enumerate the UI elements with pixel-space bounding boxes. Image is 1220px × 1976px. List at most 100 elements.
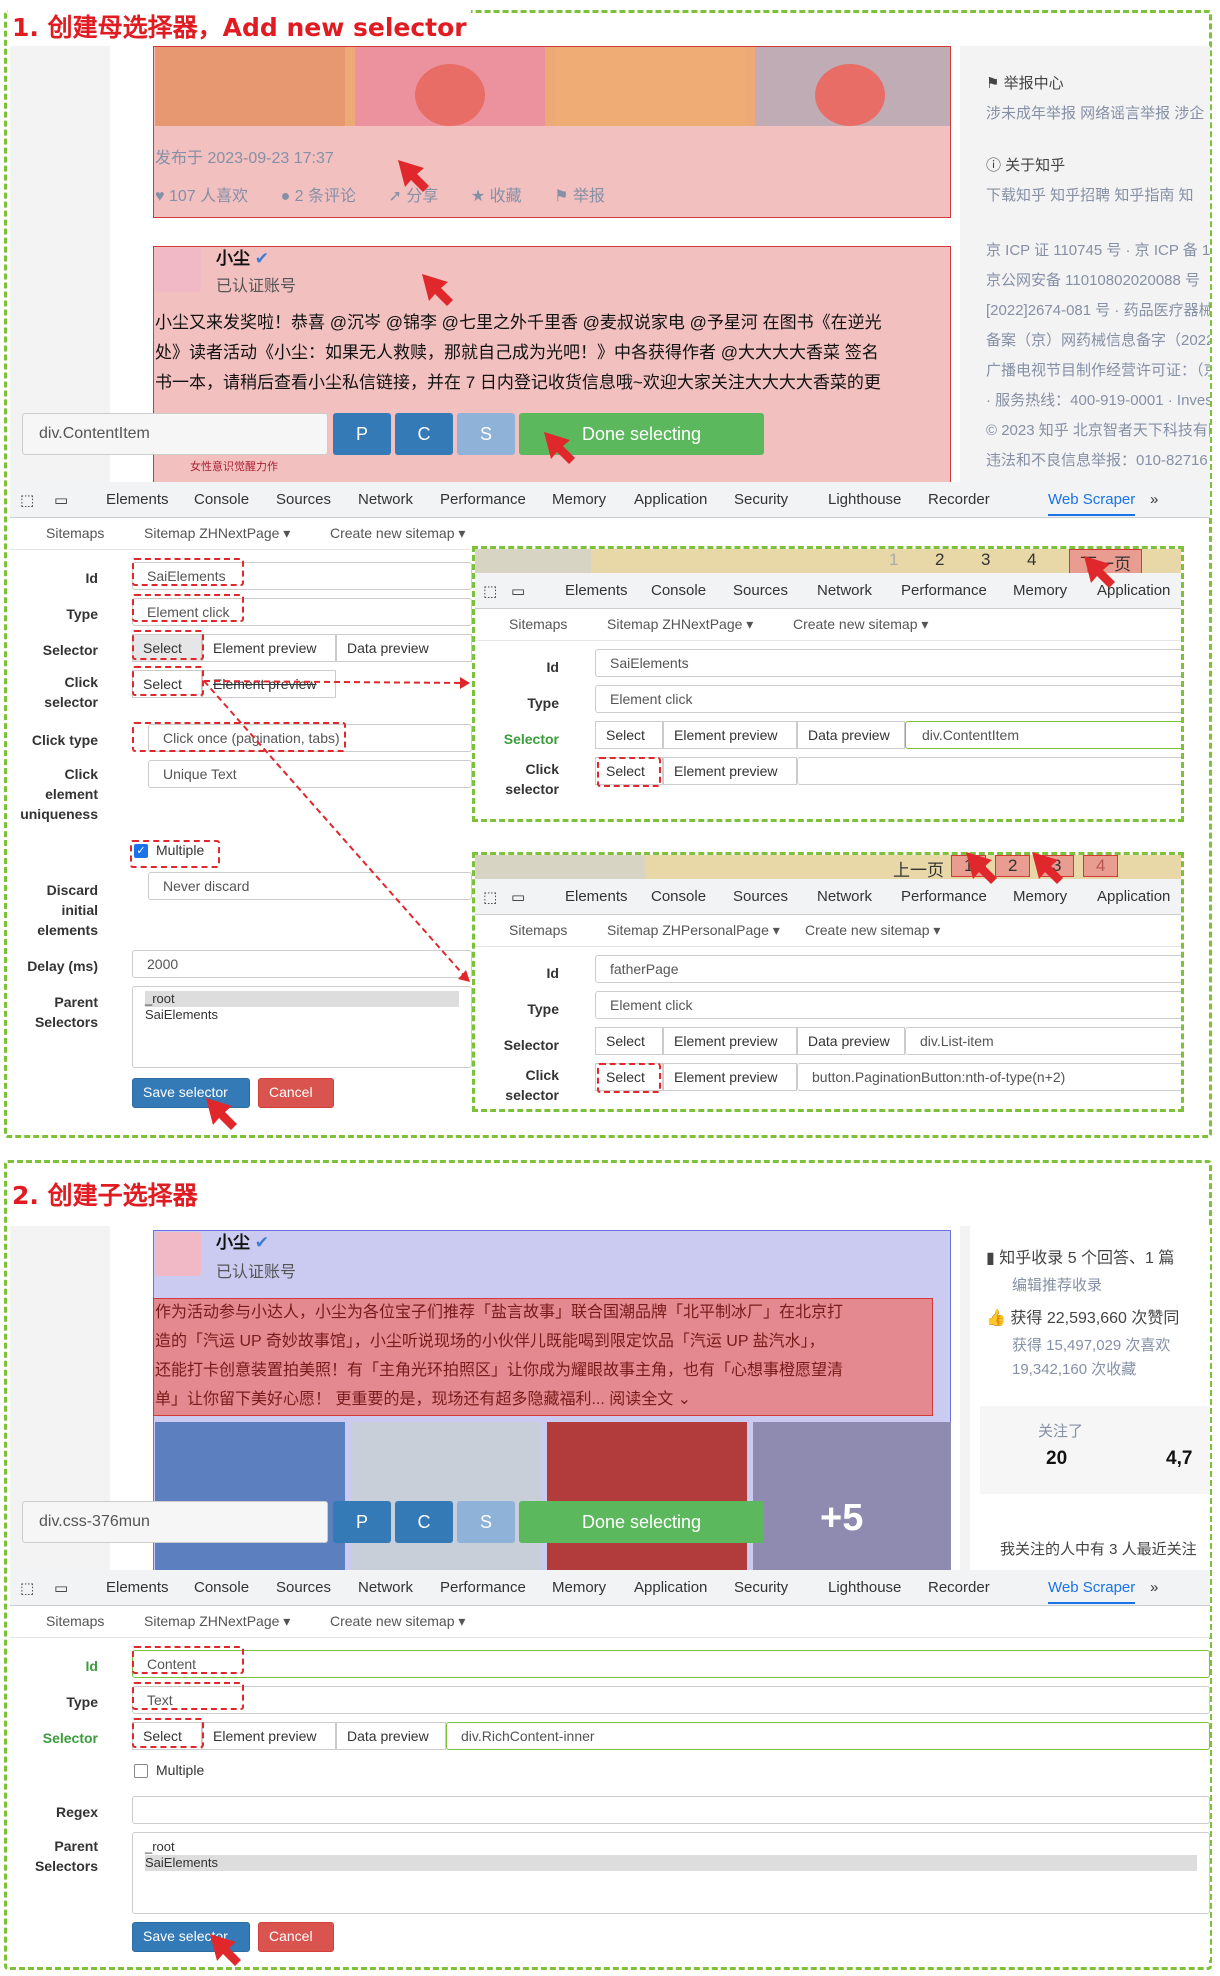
device-icon[interactable]: ▭ [54, 1579, 68, 1597]
picker-select-button[interactable]: S [457, 1501, 515, 1543]
likes-count[interactable]: 107 人喜欢 [169, 188, 248, 205]
star-icon[interactable]: ★ [471, 188, 490, 205]
click-element-preview-button[interactable]: Element preview [663, 757, 797, 785]
picker-child-button[interactable]: C [395, 413, 453, 455]
done-selecting-button[interactable]: Done selecting [519, 1501, 764, 1543]
page-3[interactable]: 3 [1039, 855, 1075, 877]
tab-sources[interactable]: Sources [733, 888, 788, 905]
tab-recorder[interactable]: Recorder [928, 491, 990, 508]
tab-network[interactable]: Network [817, 888, 872, 905]
selector-select-button[interactable]: Select [595, 721, 663, 749]
report-links[interactable]: 涉未成年举报 网络谣言举报 涉企 [986, 102, 1204, 123]
inspect-icon[interactable]: ⬚ [483, 888, 497, 906]
selector-data-preview-button[interactable]: Data preview [797, 721, 905, 749]
collected-sub[interactable]: 编辑推荐收录 [1012, 1274, 1102, 1295]
tab-performance[interactable]: Performance [901, 582, 987, 599]
tab-application[interactable]: Application [634, 491, 707, 508]
picker-parent-button[interactable]: P [333, 1501, 391, 1543]
click-selector-input[interactable] [797, 757, 1181, 785]
selector-data-preview-button[interactable]: Data preview [336, 634, 472, 662]
tab-recorder[interactable]: Recorder [928, 1579, 990, 1596]
id-input[interactable]: Content [132, 1650, 1210, 1678]
cancel-button[interactable]: Cancel [258, 1078, 334, 1108]
tab-performance[interactable]: Performance [440, 1579, 526, 1596]
click-element-preview-button[interactable]: Element preview [202, 670, 336, 698]
sitemap-menu[interactable]: Sitemap ZHNextPage ▾ [607, 616, 753, 633]
click-element-preview-button[interactable]: Element preview [663, 1063, 797, 1091]
tab-application[interactable]: Application [634, 1579, 707, 1596]
picker-parent-button[interactable]: P [333, 413, 391, 455]
sitemap-menu[interactable]: Sitemap ZHNextPage ▾ [144, 1613, 290, 1630]
tab-memory[interactable]: Memory [552, 1579, 606, 1596]
done-selecting-button[interactable]: Done selecting [519, 413, 764, 455]
tab-console[interactable]: Console [651, 582, 706, 599]
inspect-icon[interactable]: ⬚ [20, 1579, 34, 1597]
selector-input[interactable]: div.List-item [905, 1027, 1181, 1055]
selector-data-preview-button[interactable]: Data preview [336, 1722, 446, 1750]
page-1[interactable]: 1 [889, 550, 898, 570]
tab-memory[interactable]: Memory [552, 491, 606, 508]
selector-input[interactable]: div.ContentItem [905, 721, 1181, 749]
delay-input[interactable]: 2000 [132, 950, 472, 978]
id-input[interactable]: fatherPage [595, 955, 1181, 983]
parent-selectors-list[interactable]: _root SaiElements [132, 986, 472, 1068]
picker-selector-input[interactable]: div.ContentItem [22, 413, 328, 455]
tab-elements[interactable]: Elements [565, 888, 628, 905]
tab-web-scraper[interactable]: Web Scraper [1048, 491, 1136, 516]
parent-option-saielements[interactable]: SaiElements [145, 1855, 1197, 1871]
type-select[interactable]: Text [132, 1686, 1210, 1714]
page-2[interactable]: 2 [995, 855, 1031, 877]
id-input[interactable]: SaiElements [595, 649, 1181, 677]
selector-data-preview-button[interactable]: Data preview [797, 1027, 905, 1055]
tab-lighthouse[interactable]: Lighthouse [828, 1579, 901, 1596]
comment-icon[interactable]: ● [281, 188, 295, 205]
like-icon[interactable]: ♥ [155, 188, 169, 205]
selector-element-preview-button[interactable]: Element preview [663, 1027, 797, 1055]
tab-performance[interactable]: Performance [440, 491, 526, 508]
sitemaps-link[interactable]: Sitemaps [46, 525, 104, 541]
create-sitemap-menu[interactable]: Create new sitemap ▾ [330, 1613, 465, 1630]
type-select[interactable]: Element click [595, 991, 1181, 1019]
discard-select[interactable]: Never discard [148, 872, 472, 900]
parent-option-root[interactable]: _root [145, 991, 459, 1007]
share-button[interactable]: 分享 [406, 188, 438, 205]
page-2[interactable]: 2 [935, 550, 944, 570]
favorite-button[interactable]: 收藏 [490, 188, 522, 205]
tab-elements[interactable]: Elements [106, 1579, 169, 1596]
tab-network[interactable]: Network [358, 491, 413, 508]
tab-elements[interactable]: Elements [565, 582, 628, 599]
followers-count[interactable]: 4,7 [1166, 1448, 1192, 1470]
prev-page-button[interactable]: 上一页 [893, 856, 944, 881]
tab-console[interactable]: Console [651, 888, 706, 905]
save-selector-button[interactable]: Save selector [132, 1922, 250, 1952]
tab-web-scraper[interactable]: Web Scraper [1048, 1579, 1136, 1604]
tab-lighthouse[interactable]: Lighthouse [828, 491, 901, 508]
parent-option-root[interactable]: _root [145, 1839, 1197, 1855]
tab-console[interactable]: Console [194, 491, 249, 508]
author-name[interactable]: 小尘 ✔ [216, 244, 269, 269]
selector-select-button[interactable]: Select [595, 1027, 663, 1055]
sitemaps-link[interactable]: Sitemaps [509, 616, 567, 632]
more-images-count[interactable]: +5 [820, 1497, 863, 1540]
tab-memory[interactable]: Memory [1013, 582, 1067, 599]
selector-element-preview-button[interactable]: Element preview [202, 634, 336, 662]
tab-memory[interactable]: Memory [1013, 888, 1067, 905]
page-1[interactable]: 1 [951, 855, 987, 877]
create-sitemap-menu[interactable]: Create new sitemap ▾ [793, 616, 928, 633]
save-selector-button[interactable]: Save selector [132, 1078, 250, 1108]
picker-child-button[interactable]: C [395, 1501, 453, 1543]
more-tabs-icon[interactable]: » [1150, 491, 1158, 508]
type-select[interactable]: Element click [595, 685, 1181, 713]
following-count[interactable]: 20 [1046, 1448, 1067, 1470]
picker-select-button[interactable]: S [457, 413, 515, 455]
tab-console[interactable]: Console [194, 1579, 249, 1596]
regex-input[interactable] [132, 1796, 1210, 1824]
create-sitemap-menu[interactable]: Create new sitemap ▾ [805, 922, 940, 939]
uniqueness-select[interactable]: Unique Text [148, 760, 472, 788]
tab-network[interactable]: Network [817, 582, 872, 599]
sitemaps-link[interactable]: Sitemaps [509, 922, 567, 938]
device-icon[interactable]: ▭ [54, 491, 68, 509]
tab-application[interactable]: Application [1097, 888, 1170, 905]
next-page-button[interactable]: 下一页 [1069, 549, 1142, 576]
sitemap-menu[interactable]: Sitemap ZHPersonalPage ▾ [607, 922, 780, 939]
